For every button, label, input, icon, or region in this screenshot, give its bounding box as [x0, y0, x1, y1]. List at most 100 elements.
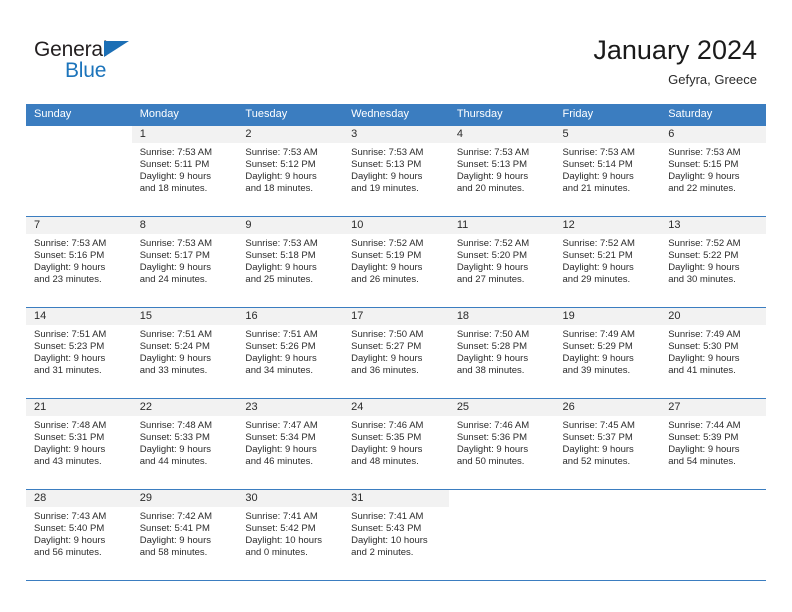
daylight-text-line2: and 54 minutes. [668, 456, 736, 468]
weekday-header-tuesday: Tuesday [237, 104, 344, 126]
general-blue-logo[interactable]: General Blue [34, 38, 174, 84]
calendar-day-cell[interactable]: 27 Sunrise: 7:44 AM Sunset: 5:39 PM Dayligh… [660, 398, 766, 490]
sunrise-text: Sunrise: 7:52 AM [351, 238, 424, 249]
sunrise-text: Sunrise: 7:45 AM [562, 420, 635, 431]
calendar-day-cell[interactable]: 16 Sunrise: 7:51 AM Sunset: 5:26 PM Dayligh… [237, 307, 344, 399]
day-details: Sunrise: 7:53 AM Sunset: 5:15 PM Daylight:… [660, 143, 766, 195]
sunrise-text: Sunrise: 7:53 AM [668, 147, 741, 158]
logo-text-blue: Blue [65, 59, 107, 82]
calendar-day-cell[interactable]: 4 Sunrise: 7:53 AM Sunset: 5:13 PM Daylight… [448, 125, 555, 217]
daylight-text-line2: and 44 minutes. [139, 456, 208, 468]
calendar-day-cell[interactable]: 2 Sunrise: 7:53 AM Sunset: 5:12 PM Daylight… [237, 125, 344, 217]
calendar-week-row: 1 Sunrise: 7:53 AM Sunset: 5:11 PM Daylight… [26, 125, 766, 217]
sunset-text: Sunset: 5:43 PM [351, 523, 422, 535]
calendar-day-cell[interactable]: 14 Sunrise: 7:51 AM Sunset: 5:23 PM Dayligh… [26, 307, 132, 399]
day-details: Sunrise: 7:48 AM Sunset: 5:31 PM Daylight:… [26, 416, 132, 468]
day-number: 16 [237, 308, 344, 325]
sunrise-text: Sunrise: 7:53 AM [562, 147, 635, 158]
calendar-day-cell [554, 489, 661, 581]
daylight-text-line2: and 22 minutes. [668, 183, 736, 195]
calendar-day-cell[interactable]: 23 Sunrise: 7:47 AM Sunset: 5:34 PM Dayligh… [237, 398, 344, 490]
daylight-text-line1: Daylight: 9 hours [139, 353, 211, 365]
calendar-table: Sunday Monday Tuesday Wednesday Thursday… [26, 104, 766, 581]
daylight-text-line1: Daylight: 9 hours [562, 262, 634, 274]
daylight-text-line2: and 24 minutes. [139, 274, 208, 286]
day-number: 24 [343, 399, 449, 416]
calendar-day-cell [26, 125, 132, 217]
calendar-day-cell[interactable]: 3 Sunrise: 7:53 AM Sunset: 5:13 PM Daylight… [343, 125, 449, 217]
calendar-day-cell[interactable]: 6 Sunrise: 7:53 AM Sunset: 5:15 PM Daylight… [660, 125, 766, 217]
sunrise-text: Sunrise: 7:53 AM [34, 238, 107, 249]
daylight-text-line2: and 29 minutes. [562, 274, 631, 286]
sunrise-text: Sunrise: 7:48 AM [139, 420, 213, 431]
calendar-day-cell[interactable]: 26 Sunrise: 7:45 AM Sunset: 5:37 PM Dayligh… [554, 398, 661, 490]
sunset-text: Sunset: 5:37 PM [562, 432, 633, 444]
calendar-grid: Sunday Monday Tuesday Wednesday Thursday… [26, 104, 766, 581]
sunrise-text: Sunrise: 7:53 AM [351, 147, 424, 158]
day-number: 4 [448, 126, 555, 143]
page-subtitle: Gefyra, Greece [668, 72, 757, 87]
calendar-day-cell[interactable]: 11 Sunrise: 7:52 AM Sunset: 5:20 PM Dayligh… [448, 216, 555, 308]
calendar-day-cell[interactable]: 21 Sunrise: 7:48 AM Sunset: 5:31 PM Dayligh… [26, 398, 132, 490]
calendar-day-cell[interactable]: 25 Sunrise: 7:46 AM Sunset: 5:36 PM Dayligh… [448, 398, 555, 490]
day-details: Sunrise: 7:53 AM Sunset: 5:16 PM Daylight:… [26, 234, 132, 286]
sunrise-text: Sunrise: 7:53 AM [456, 147, 530, 158]
day-number [449, 490, 555, 507]
calendar-day-cell[interactable]: 30 Sunrise: 7:41 AM Sunset: 5:42 PM Dayligh… [237, 489, 344, 581]
calendar-day-cell[interactable]: 31 Sunrise: 7:41 AM Sunset: 5:43 PM Dayligh… [343, 489, 449, 581]
sunset-text: Sunset: 5:24 PM [139, 341, 210, 353]
calendar-day-cell[interactable]: 8 Sunrise: 7:53 AM Sunset: 5:17 PM Daylight… [131, 216, 238, 308]
sunrise-text: Sunrise: 7:52 AM [562, 238, 635, 249]
sunset-text: Sunset: 5:30 PM [668, 341, 739, 353]
calendar-day-cell[interactable]: 15 Sunrise: 7:51 AM Sunset: 5:24 PM Dayligh… [131, 307, 238, 399]
day-details: Sunrise: 7:51 AM Sunset: 5:26 PM Daylight:… [237, 325, 343, 377]
day-number: 9 [237, 217, 344, 234]
daylight-text-line2: and 50 minutes. [456, 456, 525, 468]
calendar-day-cell [448, 489, 555, 581]
calendar-day-cell[interactable]: 7 Sunrise: 7:53 AM Sunset: 5:16 PM Daylight… [26, 216, 132, 308]
day-details: Sunrise: 7:52 AM Sunset: 5:22 PM Daylight:… [660, 234, 766, 286]
sunrise-text: Sunrise: 7:53 AM [245, 147, 318, 158]
daylight-text-line1: Daylight: 9 hours [456, 262, 529, 274]
calendar-week-row: 7 Sunrise: 7:53 AM Sunset: 5:16 PM Daylight… [26, 216, 766, 308]
sunset-text: Sunset: 5:28 PM [456, 341, 528, 353]
sunset-text: Sunset: 5:40 PM [34, 523, 105, 535]
calendar-day-cell[interactable]: 29 Sunrise: 7:42 AM Sunset: 5:41 PM Dayligh… [131, 489, 238, 581]
calendar-day-cell[interactable]: 5 Sunrise: 7:53 AM Sunset: 5:14 PM Daylight… [554, 125, 661, 217]
calendar-day-cell[interactable]: 17 Sunrise: 7:50 AM Sunset: 5:27 PM Dayligh… [343, 307, 449, 399]
daylight-text-line1: Daylight: 9 hours [245, 171, 317, 183]
daylight-text-line1: Daylight: 10 hours [351, 535, 428, 547]
calendar-day-cell[interactable]: 24 Sunrise: 7:46 AM Sunset: 5:35 PM Dayligh… [343, 398, 449, 490]
sunset-text: Sunset: 5:11 PM [139, 159, 210, 171]
day-details: Sunrise: 7:51 AM Sunset: 5:24 PM Daylight:… [132, 325, 238, 377]
day-number: 14 [26, 308, 132, 325]
calendar-day-cell[interactable]: 20 Sunrise: 7:49 AM Sunset: 5:30 PM Dayligh… [660, 307, 766, 399]
calendar-day-cell[interactable]: 28 Sunrise: 7:43 AM Sunset: 5:40 PM Dayligh… [26, 489, 132, 581]
daylight-text-line2: and 27 minutes. [456, 274, 525, 286]
day-number: 8 [131, 217, 238, 234]
calendar-day-cell[interactable]: 13 Sunrise: 7:52 AM Sunset: 5:22 PM Dayligh… [660, 216, 766, 308]
calendar-day-cell[interactable]: 22 Sunrise: 7:48 AM Sunset: 5:33 PM Dayligh… [131, 398, 238, 490]
daylight-text-line1: Daylight: 9 hours [351, 353, 423, 365]
daylight-text-line2: and 48 minutes. [351, 456, 419, 468]
day-number: 5 [554, 126, 661, 143]
day-number: 6 [660, 126, 766, 143]
sunrise-text: Sunrise: 7:51 AM [139, 329, 213, 340]
day-details: Sunrise: 7:53 AM Sunset: 5:13 PM Daylight:… [449, 143, 555, 195]
calendar-day-cell[interactable]: 18 Sunrise: 7:50 AM Sunset: 5:28 PM Dayligh… [448, 307, 555, 399]
daylight-text-line1: Daylight: 9 hours [139, 535, 211, 547]
calendar-day-cell[interactable]: 1 Sunrise: 7:53 AM Sunset: 5:11 PM Daylight… [131, 125, 238, 217]
calendar-day-cell[interactable]: 10 Sunrise: 7:52 AM Sunset: 5:19 PM Dayligh… [343, 216, 449, 308]
calendar-day-cell[interactable]: 12 Sunrise: 7:52 AM Sunset: 5:21 PM Dayligh… [554, 216, 661, 308]
sunset-text: Sunset: 5:18 PM [245, 250, 316, 262]
sunrise-text: Sunrise: 7:49 AM [668, 329, 741, 340]
calendar-day-cell[interactable]: 19 Sunrise: 7:49 AM Sunset: 5:29 PM Dayligh… [554, 307, 661, 399]
sunrise-text: Sunrise: 7:52 AM [668, 238, 741, 249]
sunrise-text: Sunrise: 7:41 AM [351, 511, 424, 522]
sunrise-text: Sunrise: 7:53 AM [245, 238, 318, 249]
sunset-text: Sunset: 5:14 PM [562, 159, 633, 171]
sunrise-text: Sunrise: 7:48 AM [34, 420, 107, 431]
calendar-day-cell[interactable]: 9 Sunrise: 7:53 AM Sunset: 5:18 PM Daylight… [237, 216, 344, 308]
sunset-text: Sunset: 5:41 PM [139, 523, 210, 535]
daylight-text-line1: Daylight: 9 hours [668, 353, 740, 365]
